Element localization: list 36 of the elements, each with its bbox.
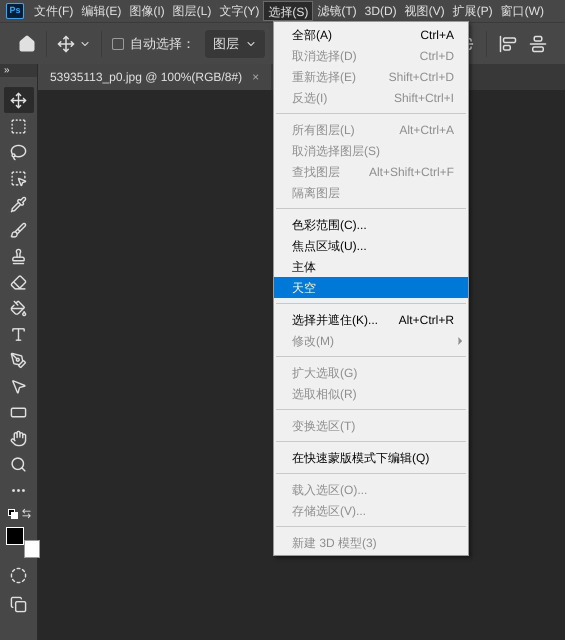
menu-item[interactable]: 文字(Y) xyxy=(215,1,264,21)
menu-item[interactable]: 扩展(P) xyxy=(448,1,497,21)
document-tab[interactable]: 53935113_p0.jpg @ 100%(RGB/8#) × xyxy=(38,64,272,90)
close-icon[interactable]: × xyxy=(252,68,260,86)
menu-option[interactable]: 焦点区域(U)... xyxy=(274,235,468,256)
menu-item[interactable]: 图层(L) xyxy=(168,1,216,21)
menu-option[interactable]: 色彩范围(C)... xyxy=(274,214,468,235)
foreground-color[interactable] xyxy=(6,527,24,545)
menu-item[interactable]: 滤镜(T) xyxy=(313,1,361,21)
swap-icon[interactable] xyxy=(20,508,32,519)
menu-item[interactable]: 选择(S) xyxy=(263,1,314,21)
menu-item[interactable]: 文件(F) xyxy=(30,1,78,21)
panel-toggle[interactable]: » xyxy=(0,64,37,77)
move-icon[interactable] xyxy=(4,87,34,113)
auto-select-label: 自动选择： xyxy=(130,34,195,53)
move-icon[interactable] xyxy=(57,34,75,52)
menu-item[interactable]: 视图(V) xyxy=(400,1,449,21)
menu-option[interactable]: 主体 xyxy=(274,256,468,277)
menu-option[interactable]: 在快速蒙版模式下编辑(Q) xyxy=(274,447,468,468)
background-color[interactable] xyxy=(24,540,40,558)
menu-item[interactable]: 编辑(E) xyxy=(77,1,126,21)
menu-item[interactable]: 3D(D) xyxy=(360,1,401,21)
app-logo: Ps xyxy=(6,3,24,19)
align-icon[interactable] xyxy=(529,34,547,52)
layer-dropdown[interactable]: 图层 xyxy=(205,30,265,58)
checkbox[interactable] xyxy=(112,38,124,50)
menu-option[interactable]: 全部(A) Ctrl+A xyxy=(274,24,468,45)
menu-option[interactable]: 天空 xyxy=(274,277,468,298)
menu-item[interactable]: 窗口(W) xyxy=(496,1,548,21)
quick-mask-icon[interactable] xyxy=(10,567,27,584)
screen-mode-icon[interactable] xyxy=(10,596,27,613)
home-icon[interactable] xyxy=(18,34,36,52)
menu-item[interactable]: 图像(I) xyxy=(125,1,169,21)
menu-option[interactable]: 选择并遮住(K)... Alt+Ctrl+R xyxy=(274,309,468,330)
default-colors-icon[interactable] xyxy=(8,509,18,519)
align-icon[interactable] xyxy=(499,34,517,52)
